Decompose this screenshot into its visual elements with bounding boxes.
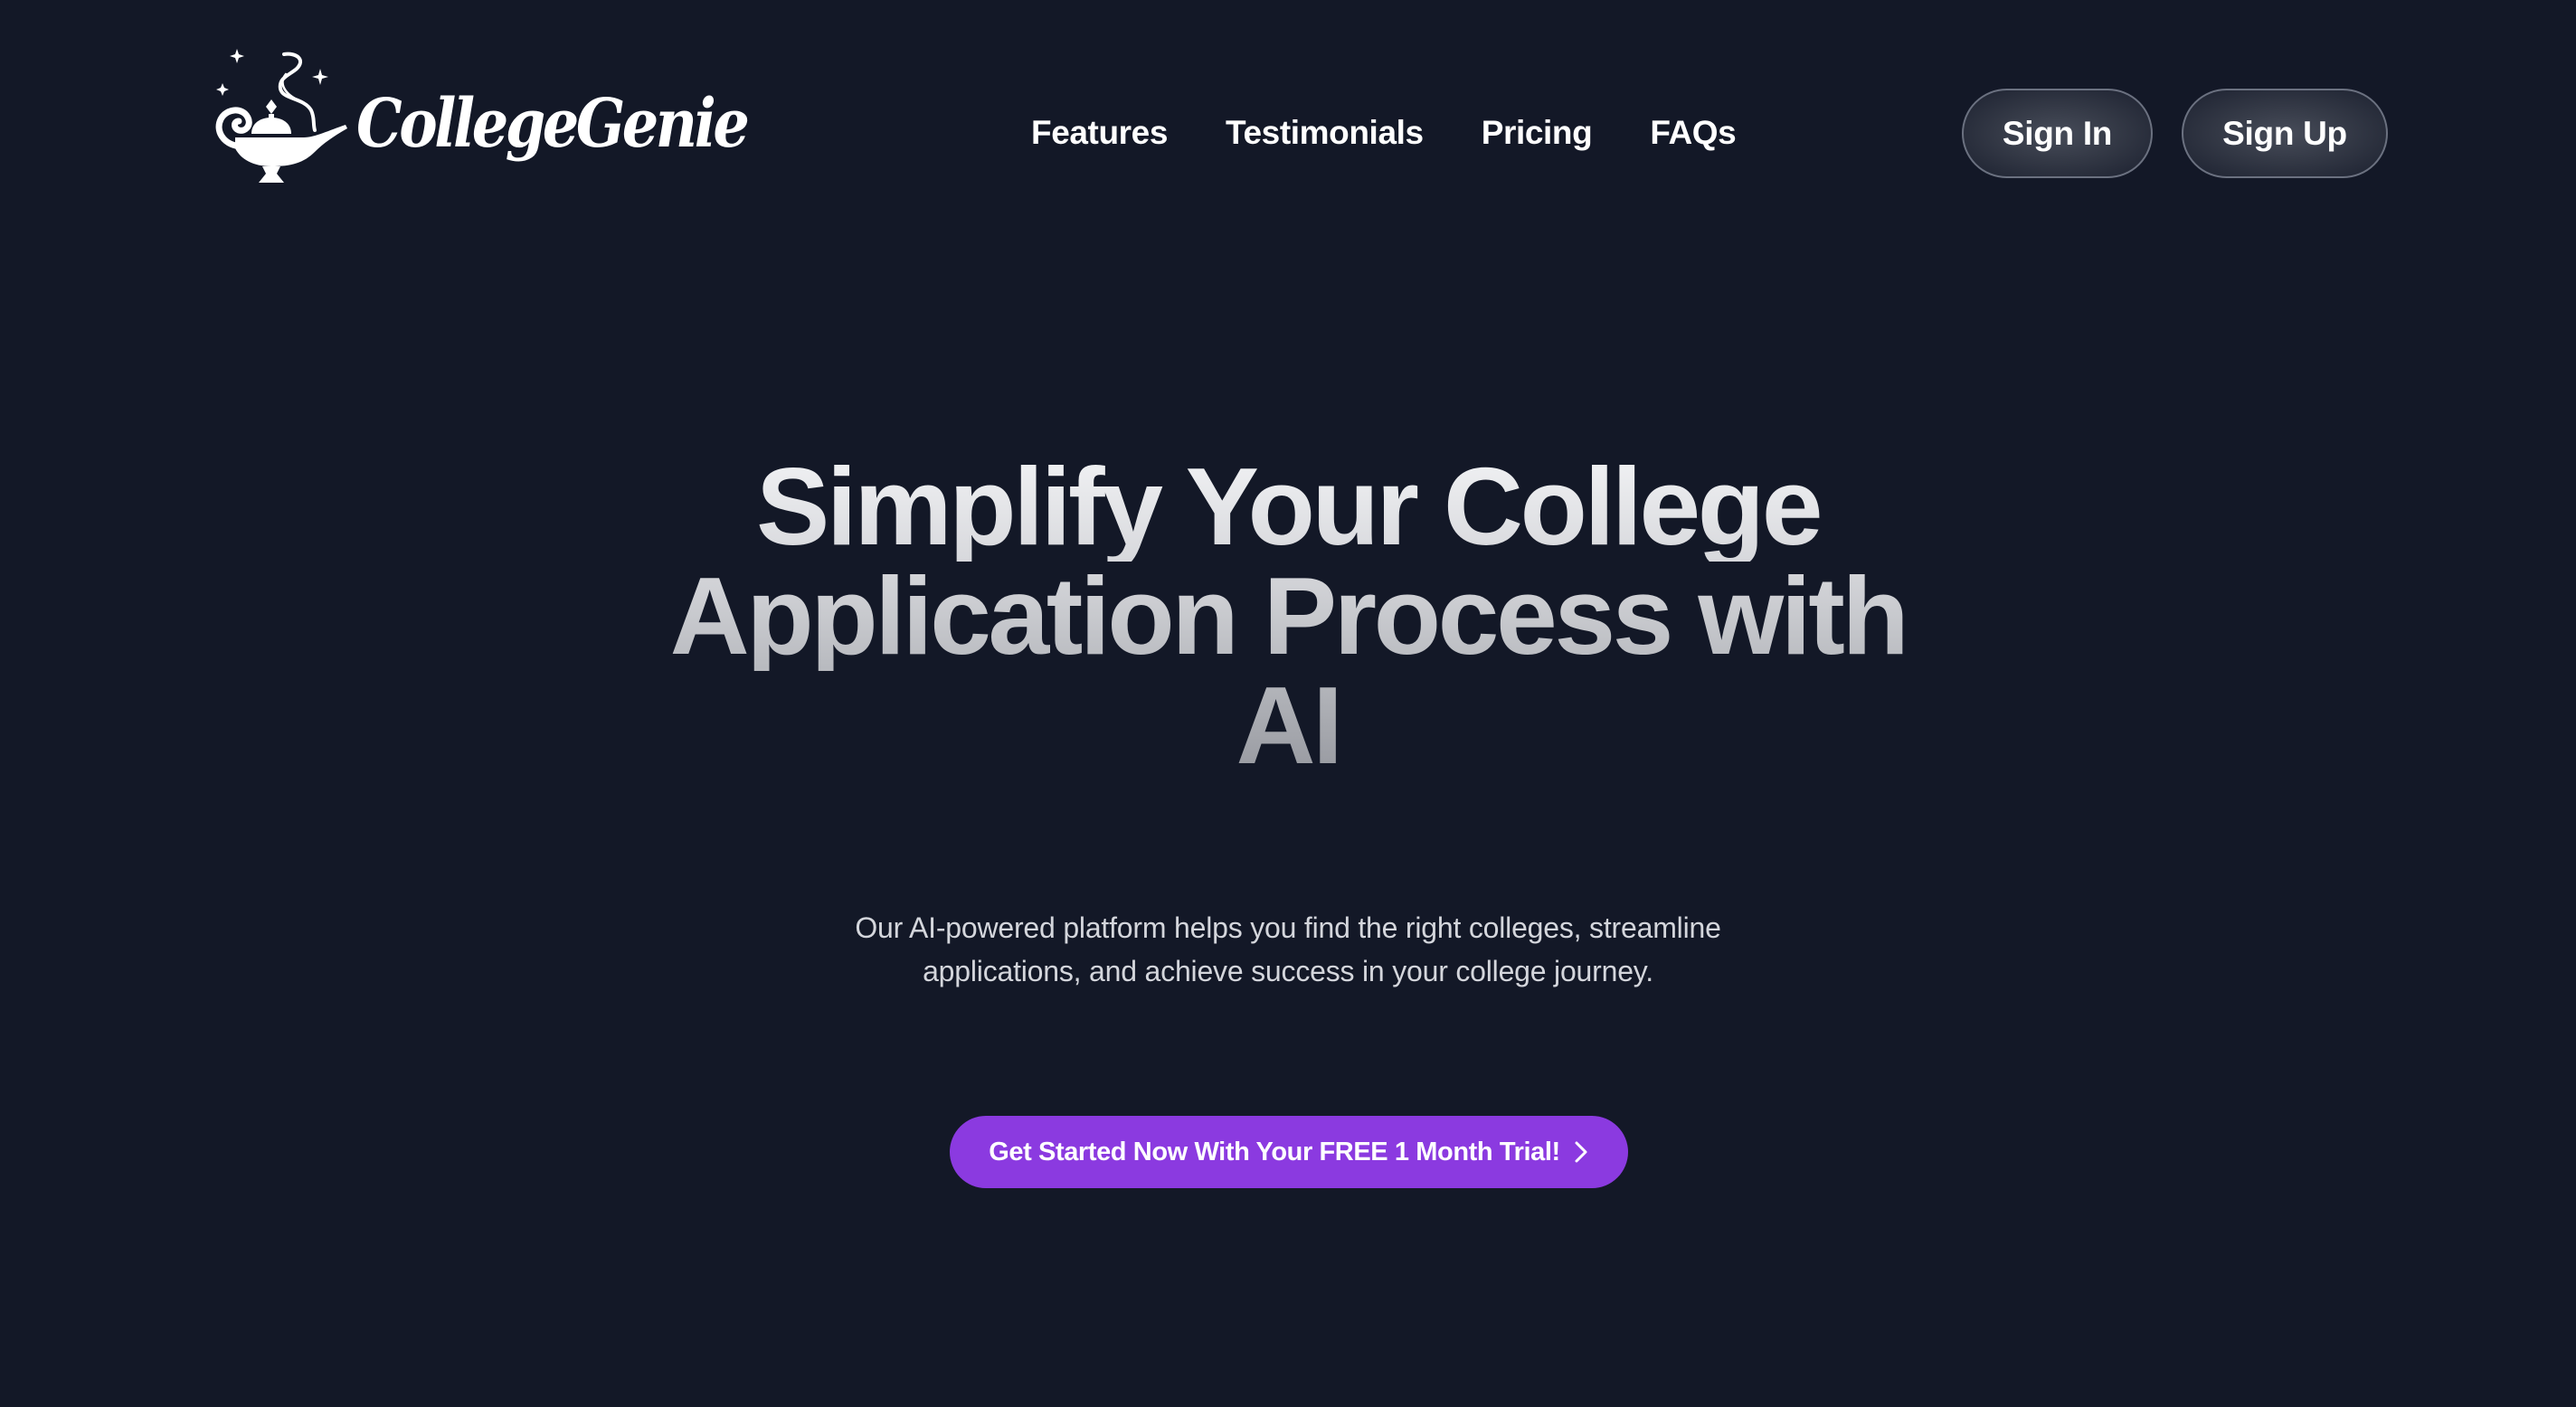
hero-title-line: Simplify Your College [0,451,2576,562]
cta-label: Get Started Now With Your FREE 1 Month T… [989,1137,1560,1166]
brand-wordmark: CollegeGenie [356,85,750,163]
logo-link[interactable]: CollegeGenie [213,47,810,184]
site-header: CollegeGenie Features Testimonials Prici… [0,0,2576,271]
main-nav: Features Testimonials Pricing FAQs [1031,107,1737,159]
hero-subtitle-line: Our AI-powered platform helps you find t… [855,911,1721,944]
nav-link-faqs[interactable]: FAQs [1650,107,1736,159]
magic-lamp-icon [215,49,347,183]
sign-up-button[interactable]: Sign Up [2182,89,2388,178]
get-started-cta-button[interactable]: Get Started Now With Your FREE 1 Month T… [950,1116,1628,1188]
hero-title-line: Application Process with [0,561,2576,671]
sign-in-button[interactable]: Sign In [1962,89,2153,178]
hero-subtitle-line: applications, and achieve success in you… [923,955,1653,987]
nav-link-features[interactable]: Features [1031,107,1168,159]
hero-subtitle: Our AI-powered platform helps you find t… [0,906,2576,993]
nav-link-testimonials[interactable]: Testimonials [1226,107,1424,159]
hero-title: Simplify Your College Application Proces… [0,451,2576,780]
chevron-right-icon [1575,1141,1587,1163]
hero-title-line: AI [0,670,2576,780]
nav-link-pricing[interactable]: Pricing [1482,107,1593,159]
auth-buttons: Sign In Sign Up [1962,89,2388,178]
